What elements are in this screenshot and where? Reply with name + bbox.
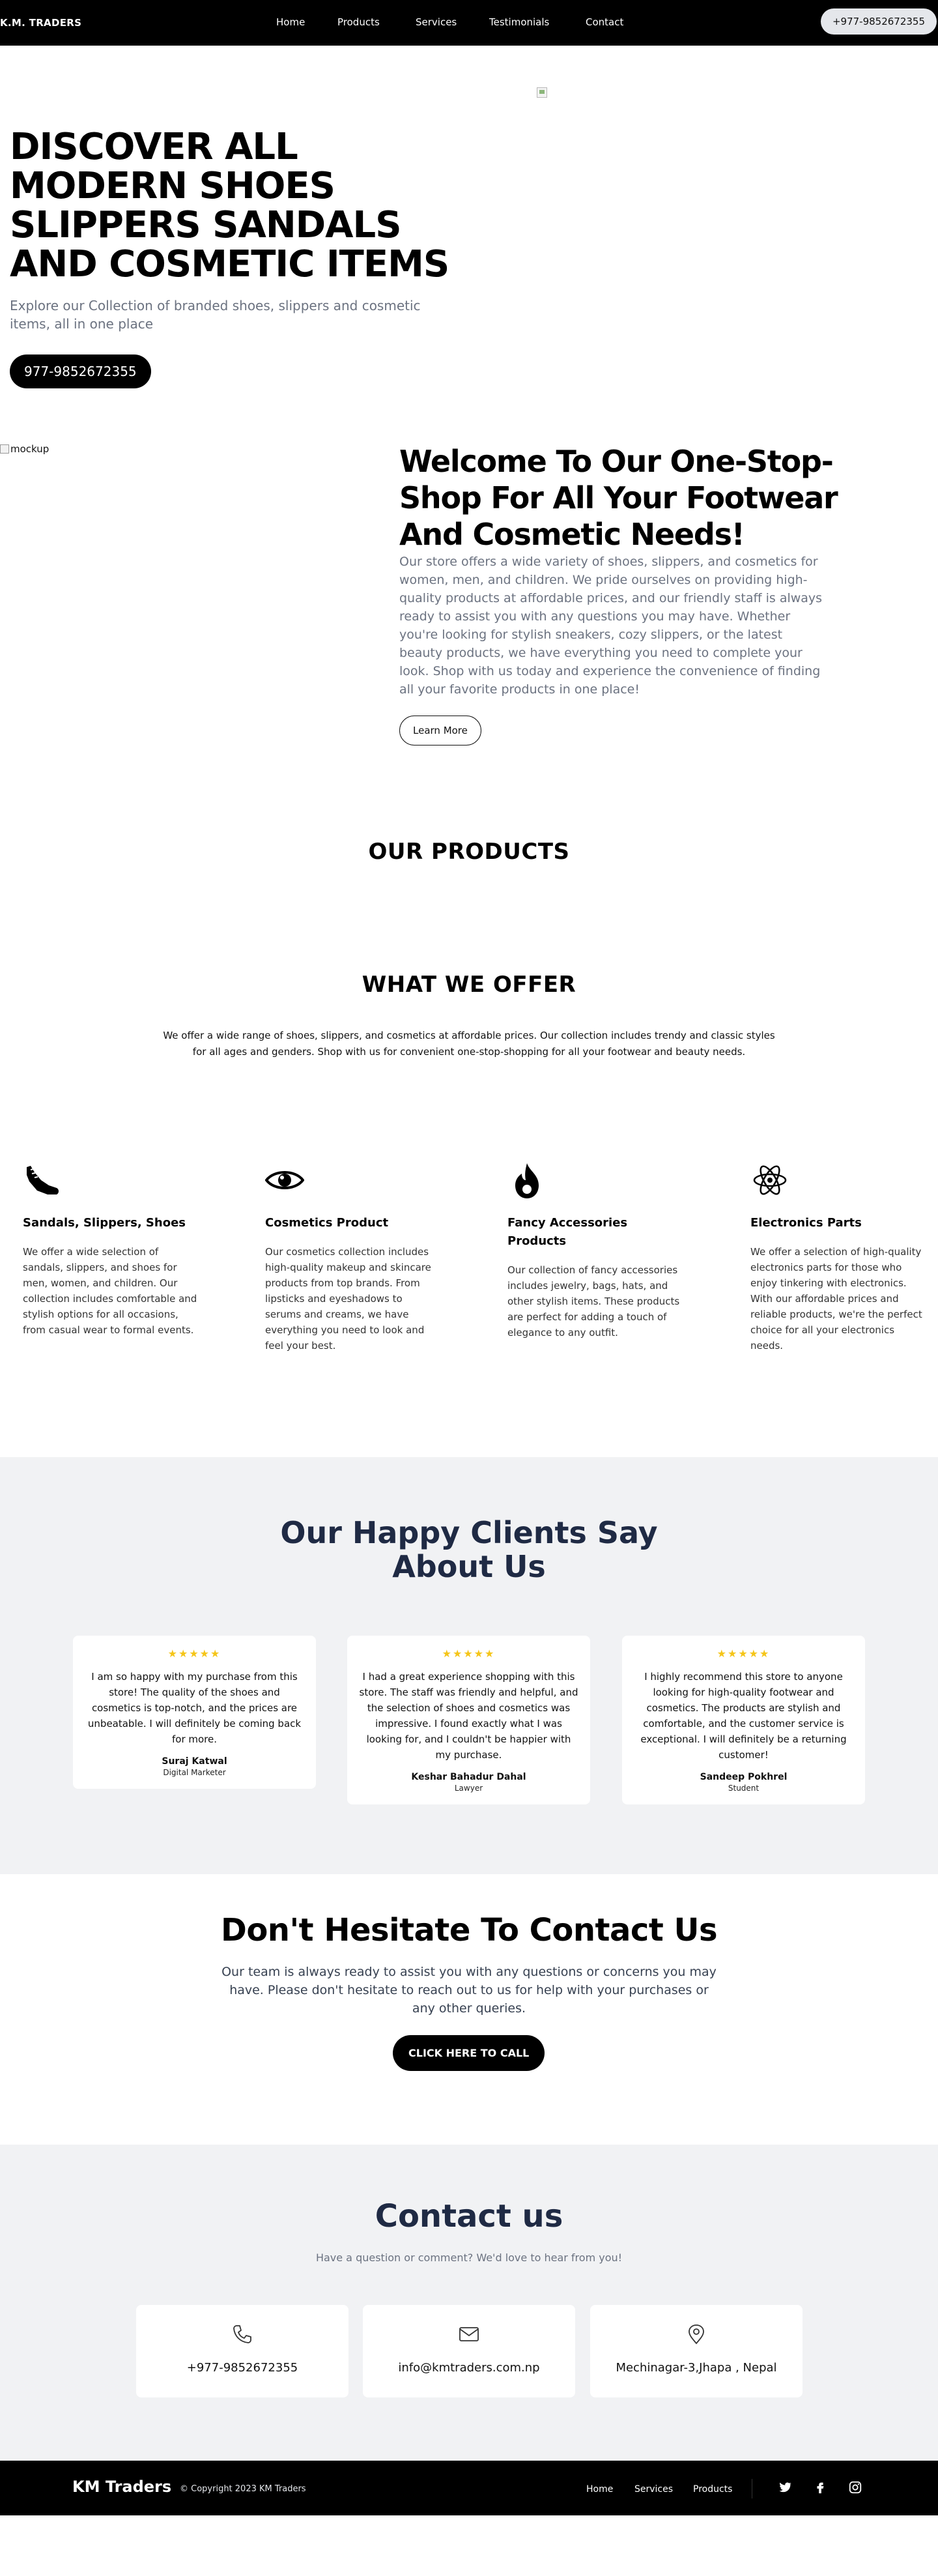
testimonial-card: ★★★★★ I had a great experience shopping …: [347, 1636, 590, 1804]
offer-card-text: Our cosmetics collection includes high-q…: [265, 1246, 431, 1352]
offer-description: We offer a wide range of shoes, slippers…: [163, 1030, 775, 1058]
testimonials-title: Our Happy Clients Say About Us: [0, 1516, 938, 1584]
footer: KM Traders © Copyright 2023 KM Traders H…: [0, 2461, 938, 2515]
offer-card-title: Sandals, Slippers, Shoes: [23, 1216, 186, 1230]
mockup-image: mockup: [0, 443, 49, 455]
testimonial-role: Digital Marketer: [163, 1768, 226, 1777]
nav-link-products[interactable]: Products: [337, 16, 380, 28]
offer-card-title: Fancy Accessories Products: [507, 1216, 628, 1248]
welcome-text: Our store offers a wide variety of shoes…: [399, 555, 823, 697]
testimonial-quote: I highly recommend this store to anyone …: [640, 1671, 847, 1761]
offer-title: WHAT WE OFFER: [362, 972, 576, 998]
testimonial-quote: I am so happy with my purchase from this…: [87, 1671, 302, 1745]
broken-image-icon: [537, 87, 547, 98]
contact-phone-value: +977-9852672355: [186, 2361, 298, 2375]
products-title: OUR PRODUCTS: [368, 839, 570, 865]
offer-card-cosmetics: Cosmetics Product Our cosmetics collecti…: [265, 1161, 441, 1353]
cta-text: Our team is always ready to assist you w…: [221, 1965, 717, 2016]
nav-link-services[interactable]: Services: [416, 16, 457, 28]
contact-subtitle: Have a question or comment? We'd love to…: [315, 2251, 623, 2264]
brand-logo[interactable]: K.M. TRADERS: [0, 17, 81, 29]
hero-title: DISCOVER ALL MODERN SHOES SLIPPERS SANDA…: [10, 126, 449, 285]
phone-icon: [233, 2325, 251, 2343]
welcome-section: mockup Welcome To Our One-Stop-Shop For …: [0, 443, 938, 811]
rating-stars: ★★★★★: [167, 1647, 221, 1660]
footer-link-services[interactable]: Services: [634, 2484, 673, 2495]
nav-link-testimonials[interactable]: Testimonials: [489, 16, 549, 28]
offer-card-text: We offer a wide selection of sandals, sl…: [23, 1246, 197, 1336]
fire-icon: [515, 1163, 539, 1198]
offer-card-title: Electronics Parts: [750, 1216, 862, 1230]
mockup-alt-text: mockup: [10, 443, 50, 455]
contact-email-value: info@kmtraders.com.np: [398, 2361, 540, 2375]
hero-subtitle: Explore our Collection of branded shoes,…: [10, 298, 421, 332]
contact-address-value: Mechinagar-3,Jhapa , Nepal: [616, 2361, 777, 2375]
footer-link-products[interactable]: Products: [693, 2484, 732, 2495]
offer-card-text: We offer a selection of high-quality ele…: [750, 1246, 922, 1352]
welcome-title: Welcome To Our One-Stop-Shop For All You…: [399, 444, 838, 552]
offer-card-title: Cosmetics Product: [265, 1216, 389, 1230]
testimonial-card: ★★★★★ I am so happy with my purchase fro…: [73, 1636, 316, 1789]
nav-link-home[interactable]: Home: [276, 16, 305, 28]
eye-icon: [265, 1171, 304, 1189]
testimonial-name: Sandeep Pokhrel: [700, 1772, 788, 1782]
testimonial-name: Keshar Bahadur Dahal: [411, 1772, 526, 1782]
contact-title: Contact us: [375, 2198, 563, 2235]
offer-card-text: Our collection of fancy accessories incl…: [507, 1264, 680, 1339]
top-navbar: K.M. TRADERS Home Products Services Test…: [0, 0, 938, 46]
offer-card-accessories: Fancy Accessories Products Our collectio…: [507, 1161, 683, 1340]
testimonial-card: ★★★★★ I highly recommend this store to a…: [622, 1636, 865, 1804]
call-button[interactable]: CLICK HERE TO CALL: [393, 2035, 545, 2071]
nav-phone-button[interactable]: +977-9852672355: [820, 8, 937, 35]
contact-card-email[interactable]: info@kmtraders.com.np: [363, 2305, 575, 2397]
nav-link-contact[interactable]: Contact: [586, 16, 623, 28]
atom-icon: [753, 1165, 787, 1195]
testimonials-section: Our Happy Clients Say About Us ★★★★★ I a…: [0, 1457, 938, 1874]
location-pin-icon: [689, 2324, 704, 2345]
facebook-icon[interactable]: [813, 2480, 827, 2495]
mail-icon: [459, 2327, 479, 2341]
learn-more-button[interactable]: Learn More: [399, 716, 481, 745]
testimonials-title-text: Our Happy Clients Say About Us: [280, 1515, 658, 1584]
testimonial-role: Student: [728, 1784, 760, 1793]
footer-copyright: © Copyright 2023 KM Traders: [180, 2484, 306, 2494]
testimonial-name: Suraj Katwal: [162, 1756, 227, 1767]
hero-phone-button[interactable]: 977-9852672355: [10, 355, 151, 388]
offer-card-sandals: Sandals, Slippers, Shoes We offer a wide…: [23, 1161, 199, 1338]
contact-card-address[interactable]: Mechinagar-3,Jhapa , Nepal: [590, 2305, 803, 2397]
cta-title: Don't Hesitate To Contact Us: [220, 1912, 718, 1948]
rating-stars: ★★★★★: [717, 1647, 771, 1660]
instagram-icon[interactable]: [848, 2480, 862, 2495]
twitter-icon[interactable]: [778, 2480, 792, 2495]
products-section: OUR PRODUCTS: [0, 811, 938, 974]
page: K.M. TRADERS Home Products Services Test…: [0, 0, 938, 2576]
contact-cta-section: Don't Hesitate To Contact Us Our team is…: [0, 1874, 938, 2145]
contact-card-phone[interactable]: +977-9852672355: [136, 2305, 348, 2397]
footer-link-home[interactable]: Home: [586, 2484, 613, 2495]
shoe-icon: [27, 1166, 59, 1194]
offer-card-electronics: Electronics Parts We offer a selection o…: [750, 1161, 926, 1353]
testimonial-quote: I had a great experience shopping with t…: [359, 1671, 578, 1761]
footer-brand[interactable]: KM Traders: [72, 2478, 171, 2496]
broken-image-icon: [0, 444, 9, 454]
testimonial-role: Lawyer: [454, 1784, 483, 1793]
rating-stars: ★★★★★: [442, 1647, 496, 1660]
hero-section: DISCOVER ALL MODERN SHOES SLIPPERS SANDA…: [0, 46, 938, 443]
offer-section: WHAT WE OFFER We offer a wide range of s…: [0, 972, 938, 1457]
contact-section: Contact us Have a question or comment? W…: [0, 2145, 938, 2461]
